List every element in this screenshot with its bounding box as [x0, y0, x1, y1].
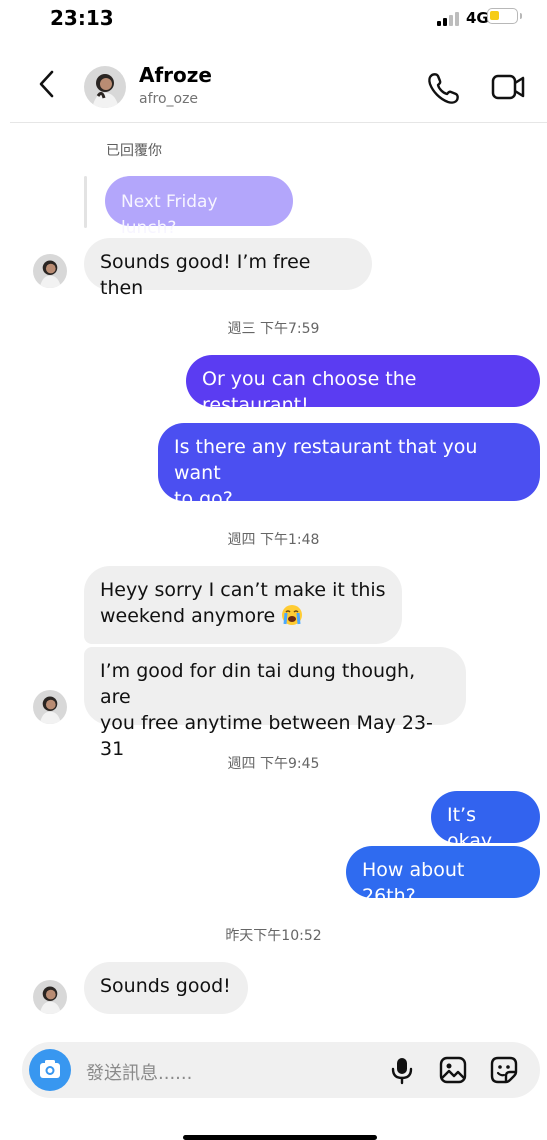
message-text: weekend anymore: [100, 605, 276, 627]
message-input[interactable]: 發送訊息......: [86, 1059, 192, 1085]
message-bubble-incoming[interactable]: Heyy sorry I can’t make it this weekend …: [84, 566, 402, 644]
quoted-message[interactable]: Next Friday lunch?: [105, 176, 293, 238]
message-line: Heyy sorry I can’t make it this: [100, 579, 386, 601]
network-label: 4G: [466, 9, 489, 27]
sticker-icon[interactable]: [488, 1054, 520, 1086]
microphone-icon[interactable]: [386, 1054, 418, 1086]
back-chevron-icon[interactable]: [34, 64, 74, 104]
contact-name[interactable]: Afroze: [139, 63, 212, 87]
video-icon[interactable]: [486, 66, 530, 108]
message-bubble-outgoing[interactable]: It’s okay: [431, 791, 540, 852]
message-line: to go?: [174, 488, 233, 510]
avatar[interactable]: [33, 254, 67, 288]
message-line: I’m good for din tai dung though, are: [100, 660, 416, 708]
reply-label: 已回覆你: [106, 143, 162, 159]
battery-tip: [520, 13, 522, 19]
avatar[interactable]: [33, 690, 67, 724]
timestamp: 週三 下午7:59: [227, 321, 320, 337]
battery-icon: [487, 8, 518, 24]
timestamp: 週四 下午1:48: [227, 532, 320, 548]
message-bubble-outgoing[interactable]: Is there any restaurant that you want to…: [158, 423, 540, 510]
contact-handle: afro_oze: [139, 91, 199, 107]
message-bubble-incoming[interactable]: I’m good for din tai dung though, are yo…: [84, 647, 466, 760]
avatar[interactable]: [33, 980, 67, 1014]
crying-emoji-icon: [281, 604, 303, 626]
message-bubble-incoming[interactable]: Sounds good!: [84, 962, 248, 1014]
message-line: Is there any restaurant that you want: [174, 436, 478, 484]
message-bubble-outgoing[interactable]: How about 26th?: [346, 846, 540, 907]
camera-icon[interactable]: [29, 1049, 71, 1091]
header-divider: [10, 122, 547, 123]
phone-icon[interactable]: [422, 66, 464, 108]
gallery-icon[interactable]: [437, 1054, 469, 1086]
reply-quote-bar: [84, 176, 87, 228]
message-bubble-outgoing[interactable]: Or you can choose the restaurant!: [186, 355, 540, 416]
timestamp: 昨天下午10:52: [225, 928, 322, 944]
message-bubble-incoming[interactable]: Sounds good! I’m free then: [84, 238, 372, 299]
timestamp: 週四 下午9:45: [227, 756, 320, 772]
message-line: weekend anymore: [100, 603, 386, 629]
signal-icon: [437, 12, 459, 26]
avatar[interactable]: [84, 66, 126, 108]
status-time: 23:13: [50, 6, 114, 30]
home-indicator: [183, 1135, 377, 1140]
